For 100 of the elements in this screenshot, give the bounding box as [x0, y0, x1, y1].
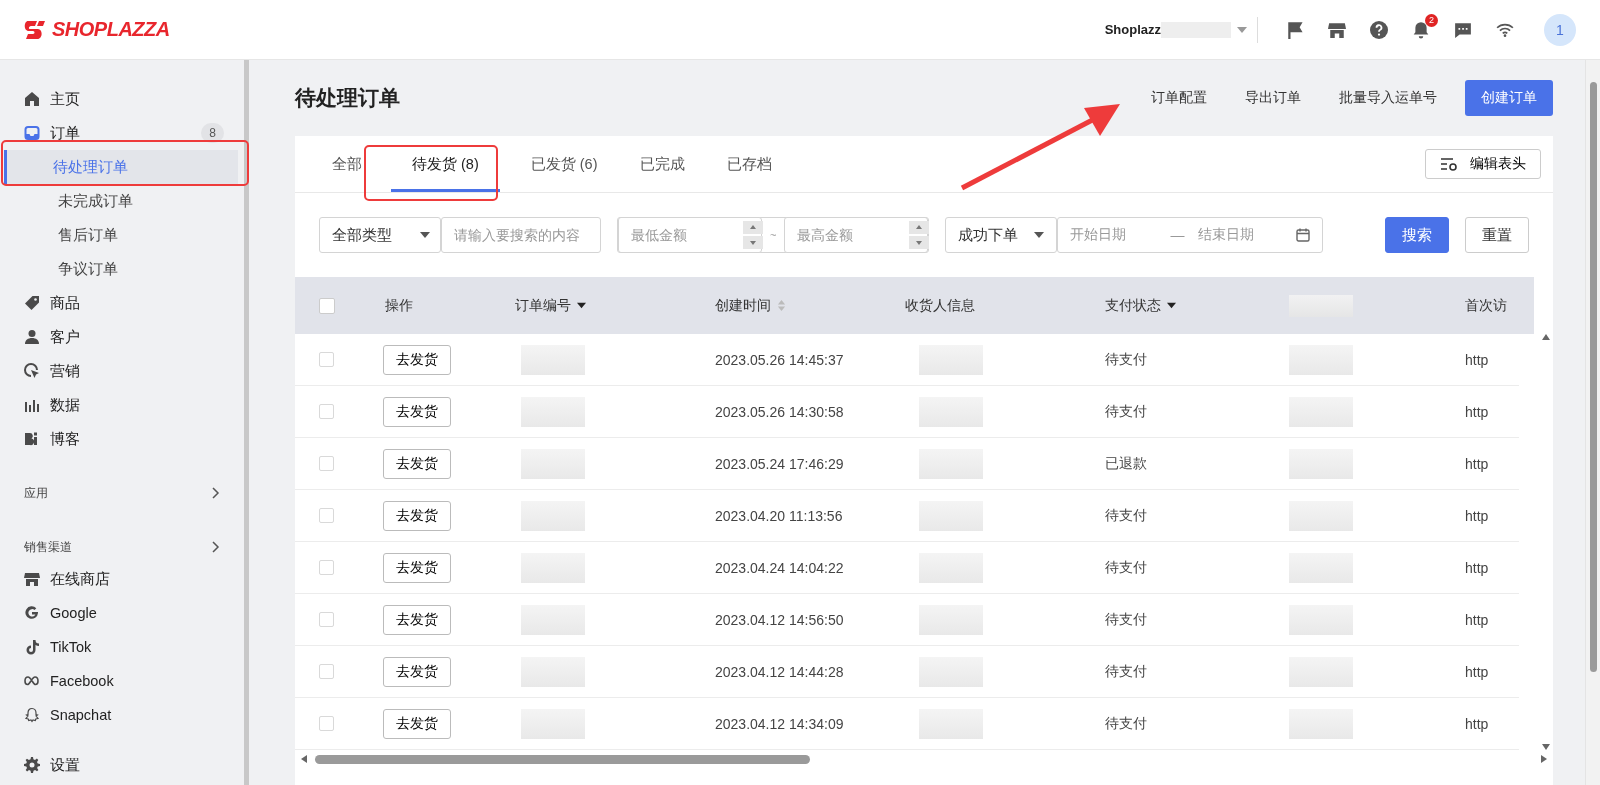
row-checkbox[interactable]	[319, 664, 334, 679]
edit-columns-button[interactable]: 编辑表头	[1425, 149, 1541, 179]
scroll-thumb[interactable]	[1589, 82, 1597, 672]
table-cell: http	[1465, 559, 1489, 576]
sidebar-item[interactable]: 设置	[0, 748, 244, 782]
user-avatar[interactable]: 1	[1544, 13, 1576, 46]
ship-button[interactable]: 去发货	[383, 344, 451, 375]
row-checkbox[interactable]	[319, 716, 334, 731]
ship-button[interactable]: 去发货	[383, 604, 451, 635]
sidebar-item[interactable]: Facebook	[0, 664, 244, 698]
tag-icon	[24, 295, 40, 311]
calendar-icon	[1296, 228, 1311, 242]
notification-badge: 2	[1425, 13, 1438, 27]
table-cell: http	[1465, 455, 1489, 472]
scroll-up-icon[interactable]	[1541, 334, 1550, 340]
brand-logo[interactable]: SHOPLAZZA	[24, 18, 170, 41]
tab[interactable]: 已存档	[705, 139, 793, 192]
ship-button[interactable]: 去发货	[383, 448, 451, 479]
row-checkbox[interactable]	[319, 456, 334, 471]
stepper-down-icon[interactable]	[909, 236, 930, 249]
scroll-left-icon[interactable]	[301, 755, 307, 763]
sidebar-item[interactable]: 营销	[0, 354, 244, 388]
caret-down-icon[interactable]	[577, 301, 586, 310]
search-field[interactable]: 请输入要搜索的内容	[441, 217, 601, 253]
tab[interactable]: 待发货 (8)	[391, 139, 500, 192]
type-select[interactable]: 全部类型	[319, 217, 441, 253]
sidebar-subitem[interactable]: 未完成订单	[6, 184, 238, 218]
flag-icon[interactable]	[1286, 20, 1304, 39]
ship-button[interactable]: 去发货	[383, 396, 451, 427]
sidebar-item[interactable]: TikTok	[0, 630, 244, 664]
table-cell: http	[1465, 403, 1489, 420]
scroll-thumb[interactable]	[315, 754, 810, 764]
sidebar-item-label: 主页	[50, 89, 80, 109]
help-icon[interactable]	[1370, 20, 1388, 39]
store-name[interactable]: Shoplazz	[1104, 22, 1161, 37]
sidebar-item-label: 博客	[50, 429, 80, 449]
chevron-right-icon[interactable]	[210, 487, 220, 499]
person-icon	[24, 329, 40, 345]
sidebar-item[interactable]: Google	[0, 596, 244, 630]
sidebar-subitem[interactable]: 待处理订单	[4, 150, 238, 184]
google-icon	[24, 605, 40, 621]
payment-status-cell: 待支付	[1105, 714, 1147, 733]
status-select[interactable]: 成功下单	[945, 217, 1058, 253]
bell-icon[interactable]	[1412, 20, 1430, 39]
header-action-link[interactable]: 批量导入运单号	[1339, 89, 1437, 107]
select-all-checkbox[interactable]	[319, 297, 335, 314]
sidebar-item[interactable]: 在线商店	[0, 562, 244, 596]
sidebar-item[interactable]: 博客	[0, 422, 244, 456]
caret-down-icon[interactable]	[1167, 301, 1176, 310]
row-checkbox[interactable]	[319, 508, 334, 523]
sidebar-item[interactable]: 订单 8	[0, 116, 244, 150]
stepper-up-icon[interactable]	[909, 221, 930, 234]
sidebar-item-label: 数据	[50, 395, 80, 415]
scroll-right-icon[interactable]	[1541, 755, 1547, 763]
created-time-cell: 2023.04.24 14:04:22	[715, 559, 844, 576]
sidebar-item[interactable]: 主页	[0, 82, 244, 116]
row-checkbox[interactable]	[319, 404, 334, 419]
header-action-link[interactable]: 订单配置	[1151, 89, 1207, 107]
create-order-button[interactable]: 创建订单	[1465, 80, 1553, 116]
min-amount-field[interactable]: 最低金额	[618, 217, 762, 253]
store-icon[interactable]	[1328, 20, 1346, 39]
ship-button[interactable]: 去发货	[383, 500, 451, 531]
sidebar-subitem[interactable]: 售后订单	[6, 218, 238, 252]
tab[interactable]: 全部	[311, 139, 383, 192]
tab[interactable]: 已发货 (6)	[509, 139, 619, 192]
sidebar-item-label: Facebook	[50, 673, 114, 689]
chevron-right-icon[interactable]	[210, 541, 220, 553]
stepper-up-icon[interactable]	[743, 221, 763, 234]
sidebar-item[interactable]: 数据	[0, 388, 244, 422]
row-checkbox[interactable]	[319, 560, 334, 575]
tab[interactable]: 已完成	[618, 139, 706, 192]
sidebar-item-label: 设置	[50, 755, 80, 775]
logo-icon	[24, 18, 48, 41]
sidebar-item[interactable]: 商品	[0, 286, 244, 320]
ship-button[interactable]: 去发货	[383, 708, 451, 739]
stepper-down-icon[interactable]	[743, 236, 763, 249]
row-checkbox[interactable]	[319, 352, 334, 367]
sidebar-subitem[interactable]: 争议订单	[6, 252, 238, 286]
payment-status-cell: 待支付	[1105, 350, 1147, 369]
column-header: 创建时间	[715, 296, 771, 315]
created-time-cell: 2023.05.26 14:45:37	[715, 351, 844, 368]
header-action-link[interactable]: 导出订单	[1245, 89, 1301, 107]
section-heading[interactable]: 销售渠道	[24, 538, 72, 556]
bar-chart-icon	[24, 397, 40, 413]
ghost-icon	[24, 707, 40, 723]
reset-button[interactable]: 重置	[1465, 217, 1529, 253]
ship-button[interactable]: 去发货	[383, 656, 451, 687]
section-heading[interactable]: 应用	[24, 484, 48, 502]
search-button[interactable]: 搜索	[1385, 217, 1449, 253]
row-checkbox[interactable]	[319, 612, 334, 627]
chat-icon[interactable]	[1454, 20, 1472, 39]
page-scrollbar[interactable]	[1585, 60, 1600, 785]
sidebar-item[interactable]: 客户	[0, 320, 244, 354]
ship-button[interactable]: 去发货	[383, 552, 451, 583]
created-time-cell: 2023.05.26 14:30:58	[715, 403, 844, 420]
table-cell: http	[1465, 663, 1489, 680]
max-amount-field[interactable]: 最高金额	[784, 217, 929, 253]
inbox-icon	[24, 125, 40, 141]
sidebar-item[interactable]: Snapchat	[0, 698, 244, 732]
sidebar-item-label: Snapchat	[50, 707, 112, 723]
